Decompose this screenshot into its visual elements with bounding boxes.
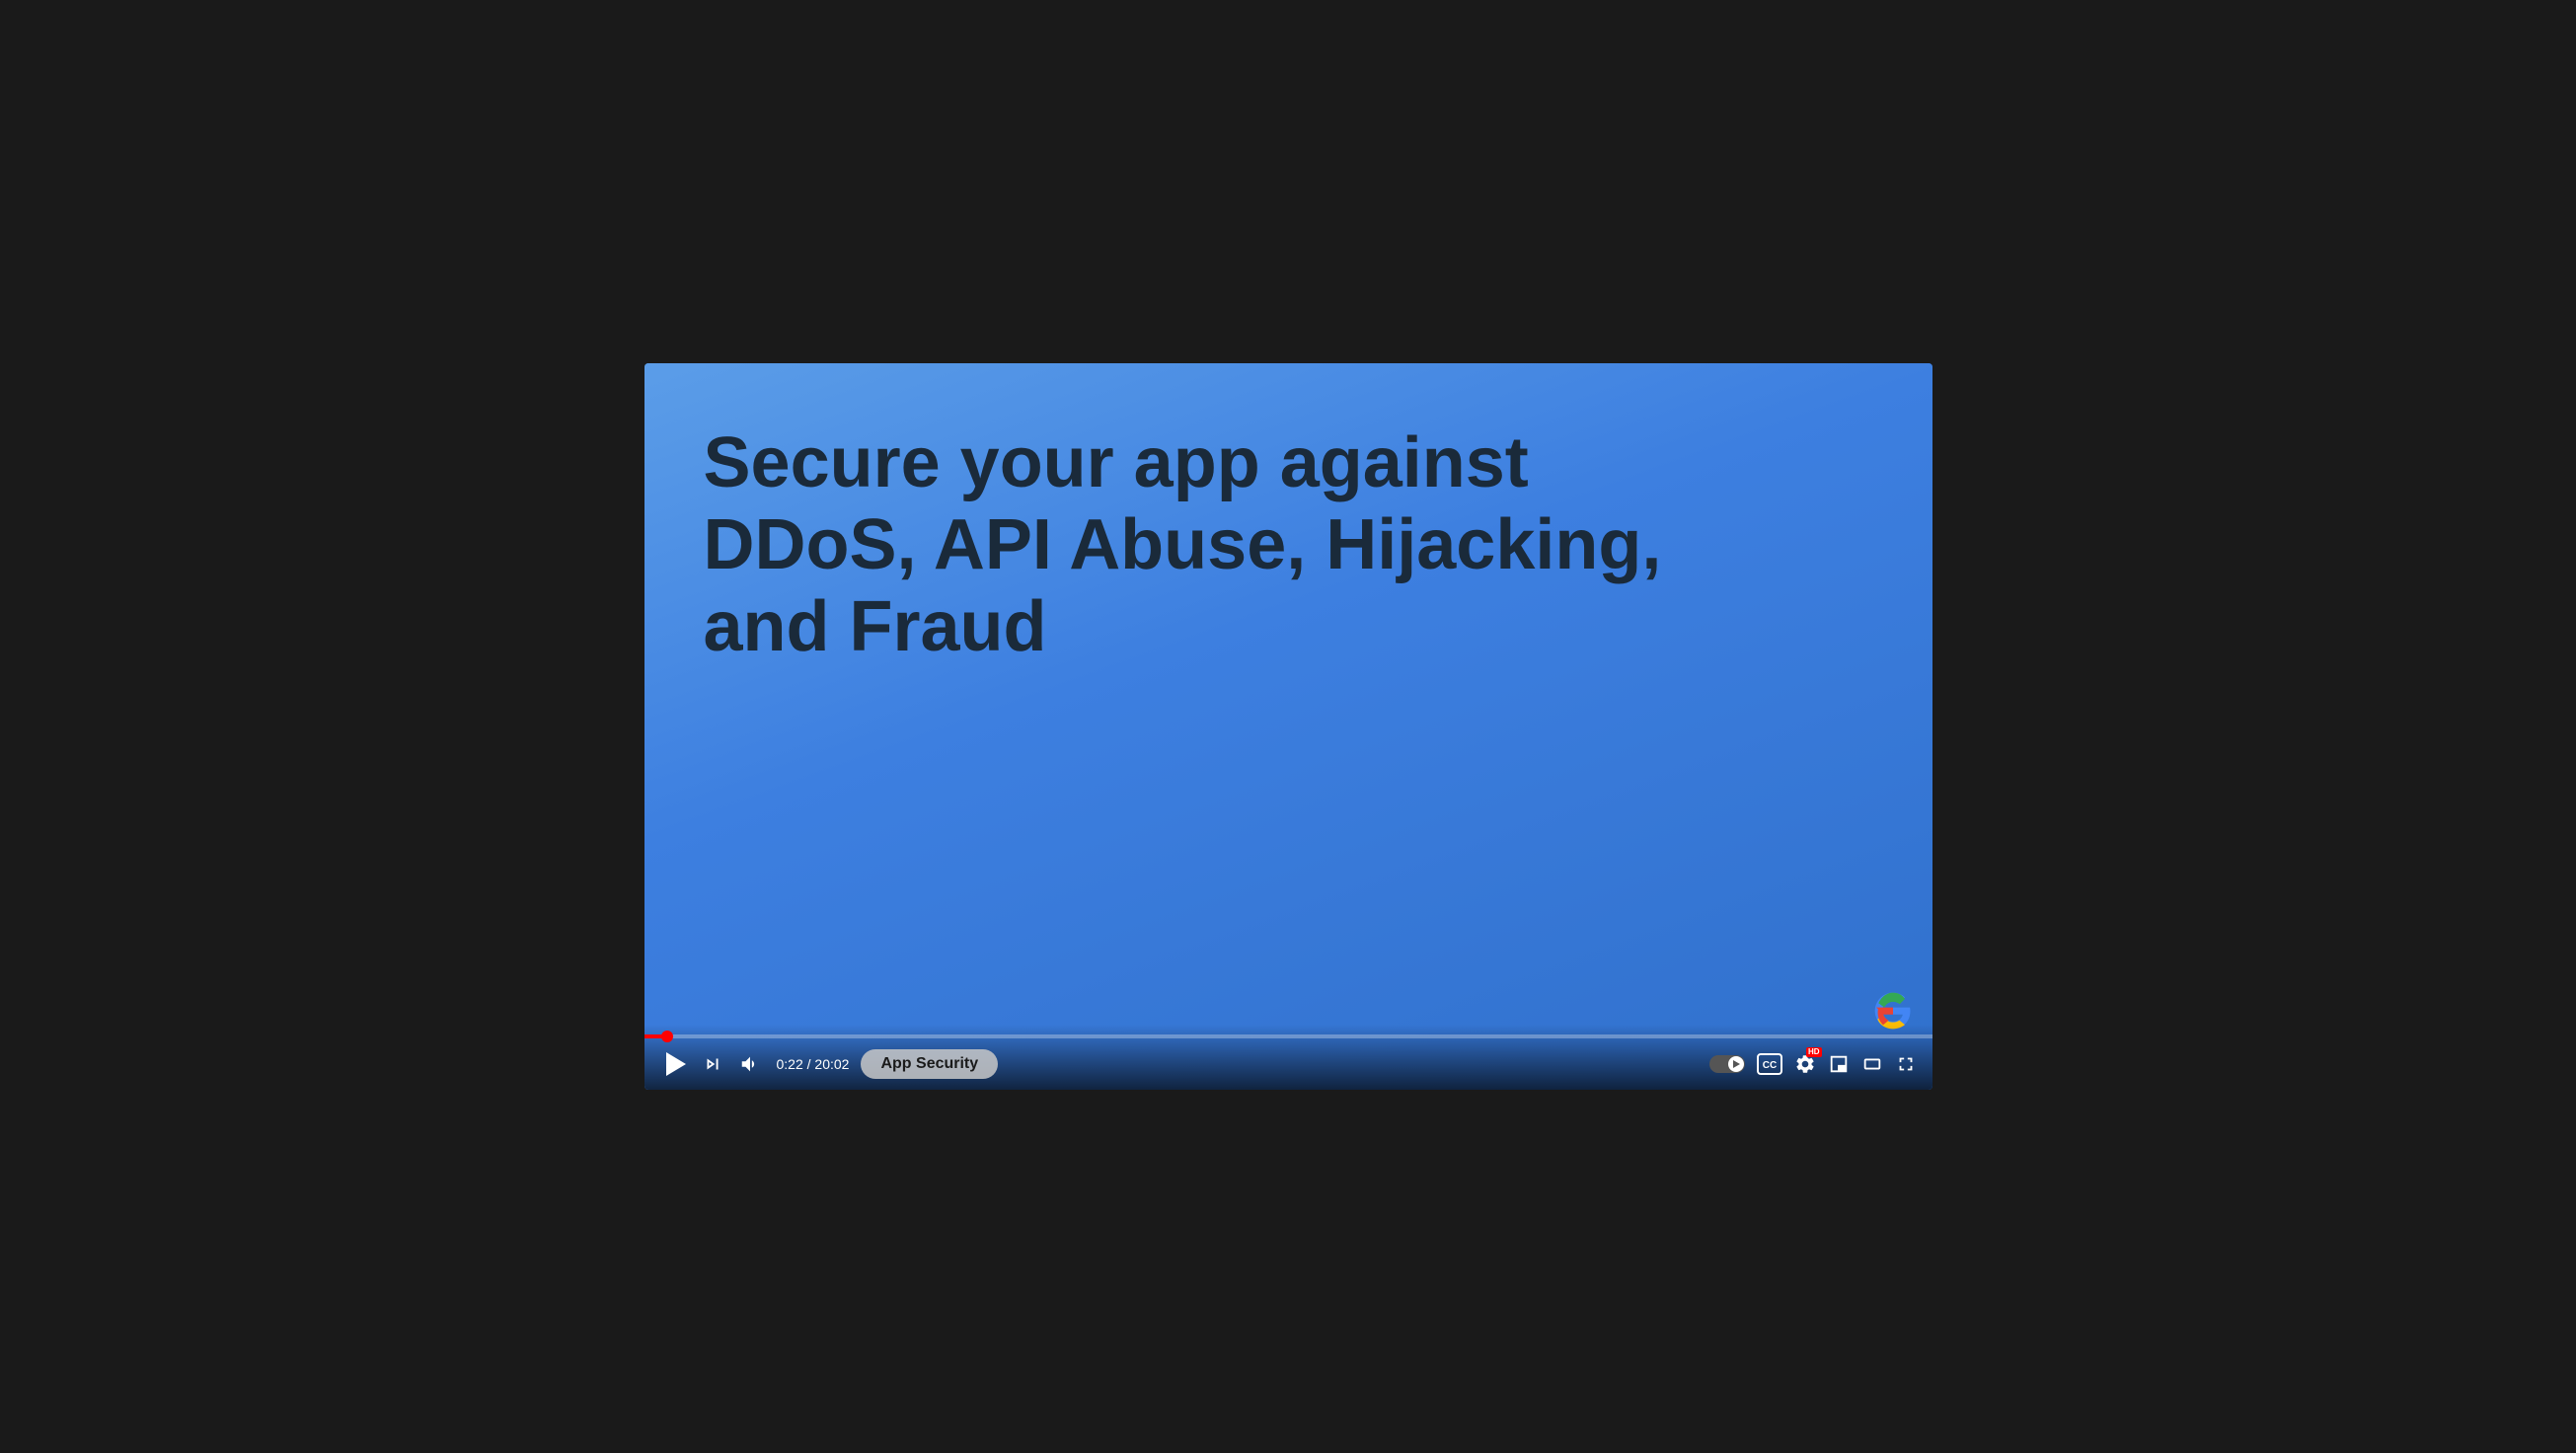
controls-overlay: 0:22 / 20:02 App Security: [644, 1025, 1932, 1090]
total-time: 20:02: [814, 1056, 849, 1072]
controls-bar: 0:22 / 20:02 App Security: [644, 1044, 1932, 1090]
volume-icon: [739, 1053, 761, 1075]
skip-button[interactable]: [698, 1049, 727, 1079]
fullscreen-icon: [1895, 1053, 1917, 1075]
theater-mode-button[interactable]: [1861, 1053, 1883, 1075]
skip-icon: [702, 1053, 723, 1075]
progress-bar-fill: [644, 1034, 668, 1038]
progress-bar[interactable]: [644, 1034, 1932, 1038]
time-display: 0:22 / 20:02: [777, 1056, 850, 1072]
theater-mode-icon: [1861, 1053, 1883, 1075]
mute-button[interactable]: [735, 1049, 765, 1079]
hd-badge: HD: [1806, 1047, 1822, 1057]
autoplay-toggle[interactable]: [1709, 1055, 1745, 1073]
right-controls: CC HD: [1709, 1053, 1917, 1075]
chapter-label: App Security: [861, 1049, 998, 1079]
play-button[interactable]: [660, 1048, 690, 1080]
fullscreen-button[interactable]: [1895, 1053, 1917, 1075]
toggle-track: [1709, 1055, 1745, 1073]
miniplayer-button[interactable]: [1828, 1053, 1850, 1075]
settings-button[interactable]: HD: [1794, 1053, 1816, 1075]
current-time: 0:22: [777, 1056, 803, 1072]
cc-button[interactable]: CC: [1757, 1053, 1782, 1075]
play-icon: [666, 1052, 686, 1076]
cc-icon: CC: [1757, 1053, 1782, 1075]
svg-text:CC: CC: [1762, 1060, 1776, 1071]
video-title: Secure your app against DDoS, API Abuse,…: [704, 422, 1735, 667]
autoplay-play-icon: [1733, 1060, 1740, 1068]
toggle-knob: [1728, 1056, 1744, 1072]
video-player: Secure your app against DDoS, API Abuse,…: [644, 363, 1932, 1090]
miniplayer-icon: [1828, 1053, 1850, 1075]
